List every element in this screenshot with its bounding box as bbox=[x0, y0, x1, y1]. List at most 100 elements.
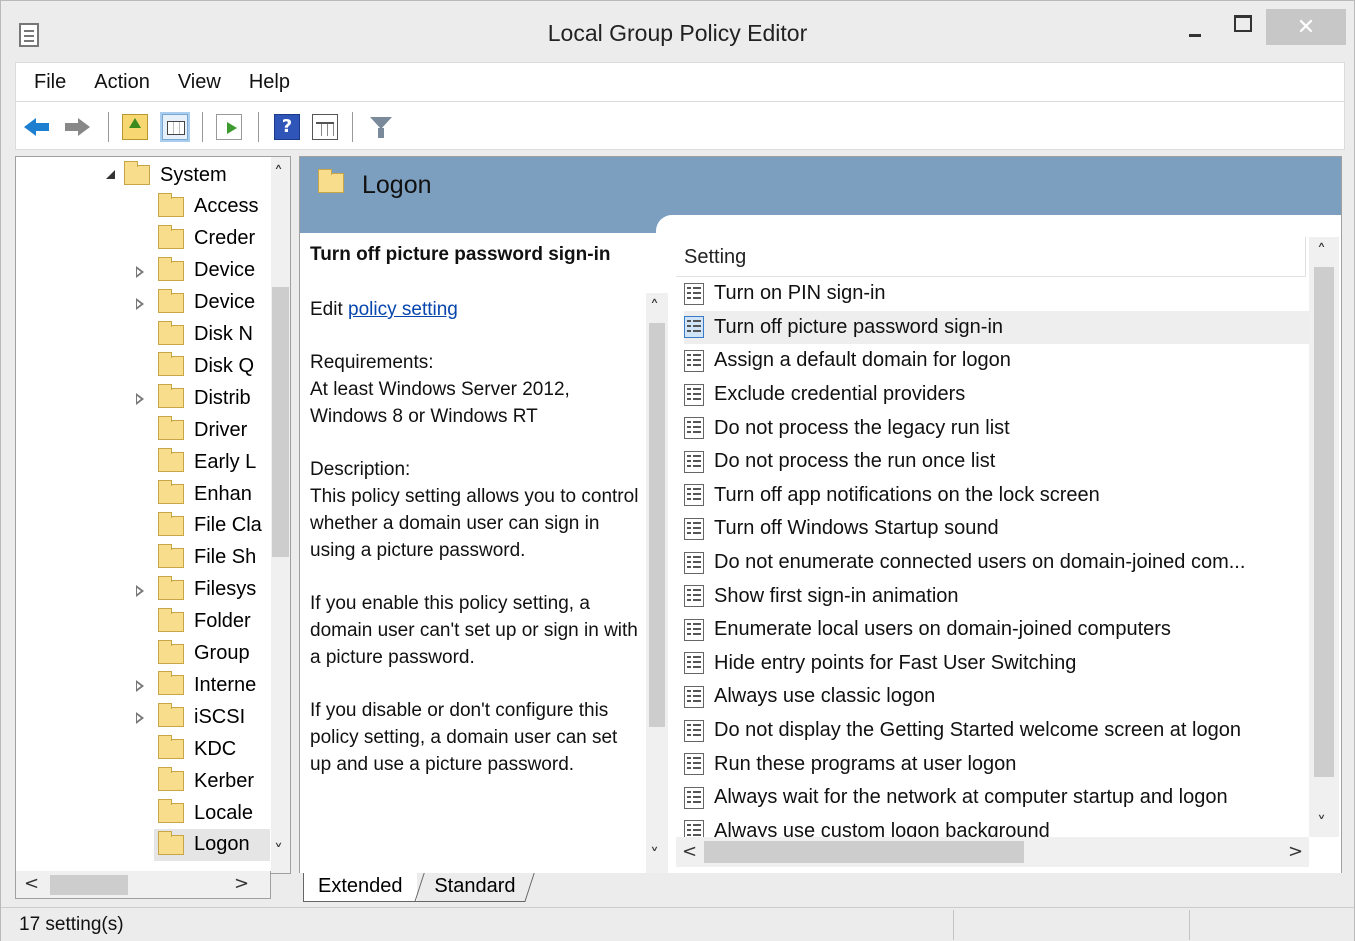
description-scrollbar[interactable]: ˄ ˅ bbox=[646, 293, 668, 873]
description-scroll-thumb[interactable] bbox=[649, 323, 665, 727]
setting-row[interactable]: Turn on PIN sign-in bbox=[684, 277, 1312, 311]
properties-icon[interactable] bbox=[312, 114, 338, 140]
setting-row[interactable]: Hide entry points for Fast User Switchin… bbox=[684, 647, 1312, 681]
tree-item[interactable]: iSCSI bbox=[136, 701, 270, 733]
tree-item[interactable]: Interne bbox=[136, 669, 270, 701]
close-button[interactable]: ✕ bbox=[1266, 9, 1346, 45]
menu-action[interactable]: Action bbox=[80, 71, 164, 94]
settings-list[interactable]: Turn on PIN sign-in Turn off picture pass… bbox=[684, 277, 1312, 837]
folder-icon bbox=[158, 735, 184, 760]
navigation-tree[interactable]: System Access Creder Device Device Disk N Disk… bbox=[15, 156, 291, 874]
tree-item[interactable]: Access bbox=[154, 191, 270, 223]
back-arrow-icon[interactable] bbox=[24, 114, 50, 140]
help-icon[interactable]: ? bbox=[274, 114, 300, 140]
filter-icon[interactable] bbox=[368, 114, 394, 140]
status-bar: 17 setting(s) bbox=[1, 907, 1354, 941]
scroll-right-icon[interactable]: > bbox=[234, 875, 249, 893]
tab-standard[interactable]: Standard bbox=[414, 873, 535, 902]
export-list-icon[interactable] bbox=[216, 114, 242, 140]
menu-view[interactable]: View bbox=[164, 71, 235, 94]
expand-arrow-icon[interactable] bbox=[134, 712, 144, 725]
tree-vertical-scrollbar[interactable]: ˄ ˅ bbox=[271, 157, 290, 873]
scroll-up-icon[interactable]: ˄ bbox=[1317, 243, 1326, 261]
tree-item[interactable]: Kerber bbox=[154, 765, 270, 797]
tree-item[interactable]: File Cla bbox=[154, 510, 270, 542]
folder-icon bbox=[158, 416, 184, 441]
menu-help[interactable]: Help bbox=[235, 71, 304, 94]
expand-arrow-icon[interactable] bbox=[134, 680, 144, 693]
setting-row[interactable]: Do not process the legacy run list bbox=[684, 411, 1312, 445]
setting-row[interactable]: Enumerate local users on domain-joined c… bbox=[684, 613, 1312, 647]
settings-hscroll-thumb[interactable] bbox=[704, 841, 1024, 863]
collapse-arrow-icon[interactable] bbox=[106, 170, 116, 180]
setting-row[interactable]: Do not display the Getting Started welco… bbox=[684, 714, 1312, 748]
policy-setting-icon bbox=[684, 316, 704, 339]
tree-item[interactable]: File Sh bbox=[154, 542, 270, 574]
scroll-up-icon[interactable]: ˄ bbox=[650, 299, 659, 317]
scroll-down-icon[interactable]: ˅ bbox=[650, 847, 659, 865]
scroll-down-icon[interactable]: ˅ bbox=[274, 843, 283, 861]
scroll-right-icon[interactable]: > bbox=[1288, 843, 1303, 861]
tree-item[interactable]: Distrib bbox=[136, 382, 270, 414]
scroll-up-icon[interactable]: ˄ bbox=[274, 165, 283, 183]
tree-item-label: Locale bbox=[194, 801, 253, 824]
settings-horizontal-scrollbar[interactable]: < > bbox=[676, 837, 1309, 867]
tree-item[interactable]: Creder bbox=[154, 223, 270, 255]
policy-setting-icon bbox=[684, 450, 704, 473]
up-one-level-icon[interactable] bbox=[122, 114, 148, 140]
tree-item-label: File Sh bbox=[194, 546, 257, 569]
expand-arrow-icon[interactable] bbox=[134, 265, 144, 278]
setting-row[interactable]: Always use custom logon background bbox=[684, 815, 1312, 837]
tree-item[interactable]: Locale bbox=[154, 797, 270, 829]
setting-column-header[interactable]: Setting bbox=[676, 237, 1306, 277]
tree-hscroll-thumb[interactable] bbox=[50, 875, 128, 895]
settings-scroll-thumb[interactable] bbox=[1314, 267, 1334, 777]
tab-extended[interactable]: Extended bbox=[303, 873, 417, 902]
setting-row[interactable]: Run these programs at user logon bbox=[684, 747, 1312, 781]
setting-row[interactable]: Assign a default domain for logon bbox=[684, 344, 1312, 378]
tree-item[interactable]: Folder bbox=[154, 606, 270, 638]
setting-row[interactable]: Always wait for the network at computer … bbox=[684, 781, 1312, 815]
tree-item[interactable]: Disk N bbox=[154, 319, 270, 351]
maximize-button[interactable] bbox=[1223, 9, 1263, 47]
scroll-down-icon[interactable]: ˅ bbox=[1317, 815, 1326, 833]
menu-file[interactable]: File bbox=[20, 71, 80, 94]
folder-icon bbox=[158, 352, 184, 377]
tree-item[interactable]: Logon bbox=[154, 828, 270, 861]
tree-scroll-thumb[interactable] bbox=[272, 287, 289, 557]
minimize-button[interactable] bbox=[1175, 9, 1215, 47]
tree-item[interactable]: System bbox=[106, 159, 270, 191]
tree-item[interactable]: Group bbox=[154, 638, 270, 670]
scroll-left-icon[interactable]: < bbox=[24, 875, 39, 893]
folder-icon bbox=[318, 169, 344, 193]
setting-row[interactable]: Turn off Windows Startup sound bbox=[684, 512, 1312, 546]
setting-row[interactable]: Do not enumerate connected users on doma… bbox=[684, 546, 1312, 580]
tree-item[interactable]: Enhan bbox=[154, 478, 270, 510]
setting-row[interactable]: Turn off app notifications on the lock s… bbox=[684, 479, 1312, 513]
tree-item[interactable]: Device bbox=[136, 255, 270, 287]
setting-row[interactable]: Turn off picture password sign-in bbox=[684, 310, 1312, 345]
policy-setting-link[interactable]: policy setting bbox=[348, 299, 458, 320]
setting-name: Always use classic logon bbox=[714, 685, 936, 708]
tree-item[interactable]: KDC bbox=[154, 733, 270, 765]
expand-arrow-icon[interactable] bbox=[134, 393, 144, 406]
setting-row[interactable]: Always use classic logon bbox=[684, 680, 1312, 714]
tree-item[interactable]: Device bbox=[136, 287, 270, 319]
tree-horizontal-scrollbar[interactable]: < > bbox=[15, 871, 271, 899]
app-window: Local Group Policy Editor ✕ File Action … bbox=[0, 0, 1355, 941]
expand-arrow-icon[interactable] bbox=[134, 297, 144, 310]
tree-item[interactable]: Driver bbox=[154, 414, 270, 446]
tree-item[interactable]: Filesys bbox=[136, 574, 270, 606]
setting-row[interactable]: Exclude credential providers bbox=[684, 378, 1312, 412]
expand-arrow-icon[interactable] bbox=[134, 584, 144, 597]
policy-setting-icon bbox=[684, 685, 704, 708]
toolbar: ? bbox=[15, 102, 1345, 150]
tree-item[interactable]: Early L bbox=[154, 446, 270, 478]
forward-arrow-icon[interactable] bbox=[64, 114, 90, 140]
setting-row[interactable]: Show first sign-in animation bbox=[684, 579, 1312, 613]
settings-vertical-scrollbar[interactable]: ˄ ˅ bbox=[1309, 237, 1339, 837]
scroll-left-icon[interactable]: < bbox=[682, 843, 697, 861]
show-hide-tree-icon[interactable] bbox=[160, 112, 190, 142]
setting-row[interactable]: Do not process the run once list bbox=[684, 445, 1312, 479]
tree-item[interactable]: Disk Q bbox=[154, 350, 270, 382]
